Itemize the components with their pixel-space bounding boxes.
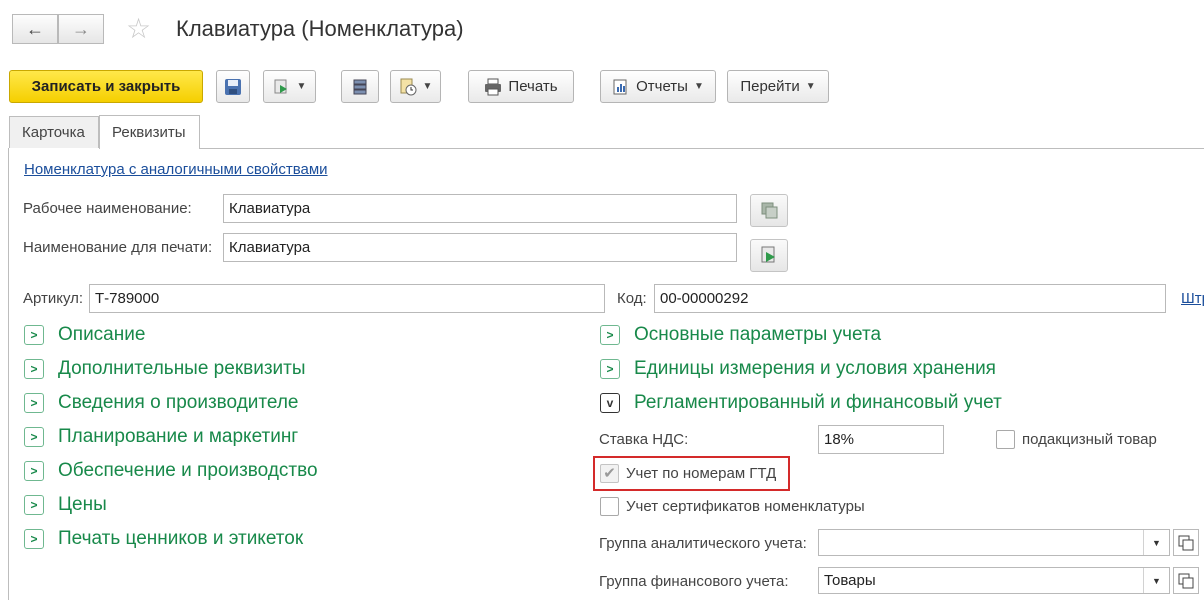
checkmark-icon: ✔ (603, 465, 616, 482)
reports-button[interactable]: Отчеты ▼ (600, 70, 716, 103)
arrow-left-icon: ← (26, 18, 44, 39)
print-name-field[interactable]: Клавиатура (223, 233, 737, 262)
financial-group-select[interactable]: Товары ▼ (818, 567, 1170, 594)
section-planning-marketing[interactable]: > Планирование и маркетинг (24, 426, 298, 448)
document-clock-icon (400, 78, 417, 95)
financial-group-label: Группа финансового учета: (599, 573, 789, 590)
certificates-checkbox[interactable] (600, 497, 619, 516)
excise-label: подакцизный товар (1022, 431, 1157, 448)
section-label: Описание (58, 324, 146, 345)
tab-requisites-label: Реквизиты (112, 124, 186, 141)
open-window-icon (1178, 535, 1194, 551)
analytic-group-label: Группа аналитического учета: (599, 535, 807, 552)
dropdown-arrow-icon[interactable]: ▼ (1143, 568, 1169, 593)
section-label: Дополнительные реквизиты (58, 358, 306, 379)
copy-pages-icon (761, 202, 778, 219)
document-history-button[interactable]: ▼ (390, 70, 441, 103)
vat-rate-field[interactable]: 18% (818, 425, 944, 454)
gtd-checkbox[interactable]: ✔ (600, 464, 619, 483)
chevron-right-icon: > (24, 495, 44, 515)
section-additional-requisites[interactable]: > Дополнительные реквизиты (24, 358, 306, 380)
vat-rate-label: Ставка НДС: (599, 431, 689, 448)
copy-to-print-name-button[interactable] (750, 239, 788, 272)
section-label: Сведения о производителе (58, 392, 299, 413)
reports-label: Отчеты (636, 78, 688, 95)
back-button[interactable]: ← (12, 14, 58, 44)
financial-group-value: Товары (824, 572, 876, 589)
chevron-right-icon: > (600, 359, 620, 379)
working-name-label: Рабочее наименование: (23, 200, 192, 217)
print-name-label: Наименование для печати: (23, 239, 213, 256)
forward-button[interactable]: → (58, 14, 104, 44)
similar-properties-link[interactable]: Номенклатура с аналогичными свойствами (24, 161, 328, 178)
favorite-star-icon[interactable]: ☆ (126, 14, 151, 44)
barcode-link[interactable]: Штр (1181, 290, 1204, 307)
print-label: Печать (508, 78, 558, 95)
list-stack-icon (353, 79, 367, 94)
section-units-storage[interactable]: > Единицы измерения и условия хранения (600, 358, 996, 380)
chevron-down-icon: ▼ (693, 81, 704, 92)
goto-label: Перейти (740, 78, 800, 95)
save-and-close-button[interactable]: Записать и закрыть (9, 70, 203, 103)
section-description[interactable]: > Описание (24, 324, 145, 346)
tab-divider (200, 148, 1204, 149)
section-label: Единицы измерения и условия хранения (634, 358, 996, 379)
chevron-right-icon: > (24, 393, 44, 413)
open-analytic-group-button[interactable] (1173, 529, 1199, 556)
floppy-disk-icon (225, 78, 241, 95)
code-label: Код: (617, 290, 647, 307)
section-main-accounting-params[interactable]: > Основные параметры учета (600, 324, 881, 346)
open-window-icon (1178, 573, 1194, 589)
section-label: Печать ценников и этикеток (58, 528, 304, 549)
analytic-group-select[interactable]: ▼ (818, 529, 1170, 556)
chevron-right-icon: > (24, 529, 44, 549)
goto-button[interactable]: Перейти ▼ (727, 70, 829, 103)
tab-requisites[interactable]: Реквизиты (99, 115, 200, 149)
report-icon (613, 79, 627, 94)
section-price-tags[interactable]: > Печать ценников и этикеток (24, 528, 303, 550)
copy-name-button[interactable] (750, 194, 788, 227)
chevron-right-icon: > (24, 427, 44, 447)
working-name-field[interactable]: Клавиатура (223, 194, 737, 223)
open-financial-group-button[interactable] (1173, 567, 1199, 594)
gtd-label: Учет по номерам ГТД (626, 465, 777, 482)
section-label: Цены (58, 494, 107, 515)
chevron-down-icon: ▼ (805, 81, 816, 92)
chevron-down-icon: v (600, 393, 620, 413)
section-manufacturer[interactable]: > Сведения о производителе (24, 392, 298, 414)
structure-button[interactable] (341, 70, 379, 103)
save-button[interactable] (216, 70, 250, 103)
document-green-arrow-icon (274, 79, 287, 93)
section-label: Обеспечение и производство (58, 460, 318, 481)
excise-checkbox[interactable] (996, 430, 1015, 449)
chevron-right-icon: > (600, 325, 620, 345)
certificates-label: Учет сертификатов номенклатуры (626, 498, 865, 515)
content-left-border (8, 148, 9, 600)
save-and-close-label: Записать и закрыть (31, 78, 181, 95)
print-button[interactable]: Печать (468, 70, 574, 103)
section-regulated-financial[interactable]: v Регламентированный и финансовый учет (600, 392, 1002, 414)
page-title: Клавиатура (Номенклатура) (176, 16, 464, 41)
chevron-down-icon: ▼ (296, 81, 307, 92)
create-based-on-button[interactable]: ▼ (263, 70, 316, 103)
code-field[interactable]: 00-00000292 (654, 284, 1166, 313)
chevron-right-icon: > (24, 325, 44, 345)
document-green-arrow-icon (761, 246, 775, 263)
chevron-right-icon: > (24, 359, 44, 379)
tab-card-label: Карточка (22, 124, 85, 141)
section-supply-production[interactable]: > Обеспечение и производство (24, 460, 318, 482)
tab-card[interactable]: Карточка (9, 116, 99, 148)
section-label: Регламентированный и финансовый учет (634, 392, 1002, 413)
section-label: Основные параметры учета (634, 324, 882, 345)
chevron-down-icon: ▼ (422, 81, 433, 92)
chevron-right-icon: > (24, 461, 44, 481)
dropdown-arrow-icon[interactable]: ▼ (1143, 530, 1169, 555)
section-label: Планирование и маркетинг (58, 426, 299, 447)
article-label: Артикул: (23, 290, 84, 307)
section-prices[interactable]: > Цены (24, 494, 107, 516)
printer-icon (485, 78, 502, 95)
article-field[interactable]: Т-789000 (89, 284, 605, 313)
arrow-right-icon: → (72, 18, 90, 39)
